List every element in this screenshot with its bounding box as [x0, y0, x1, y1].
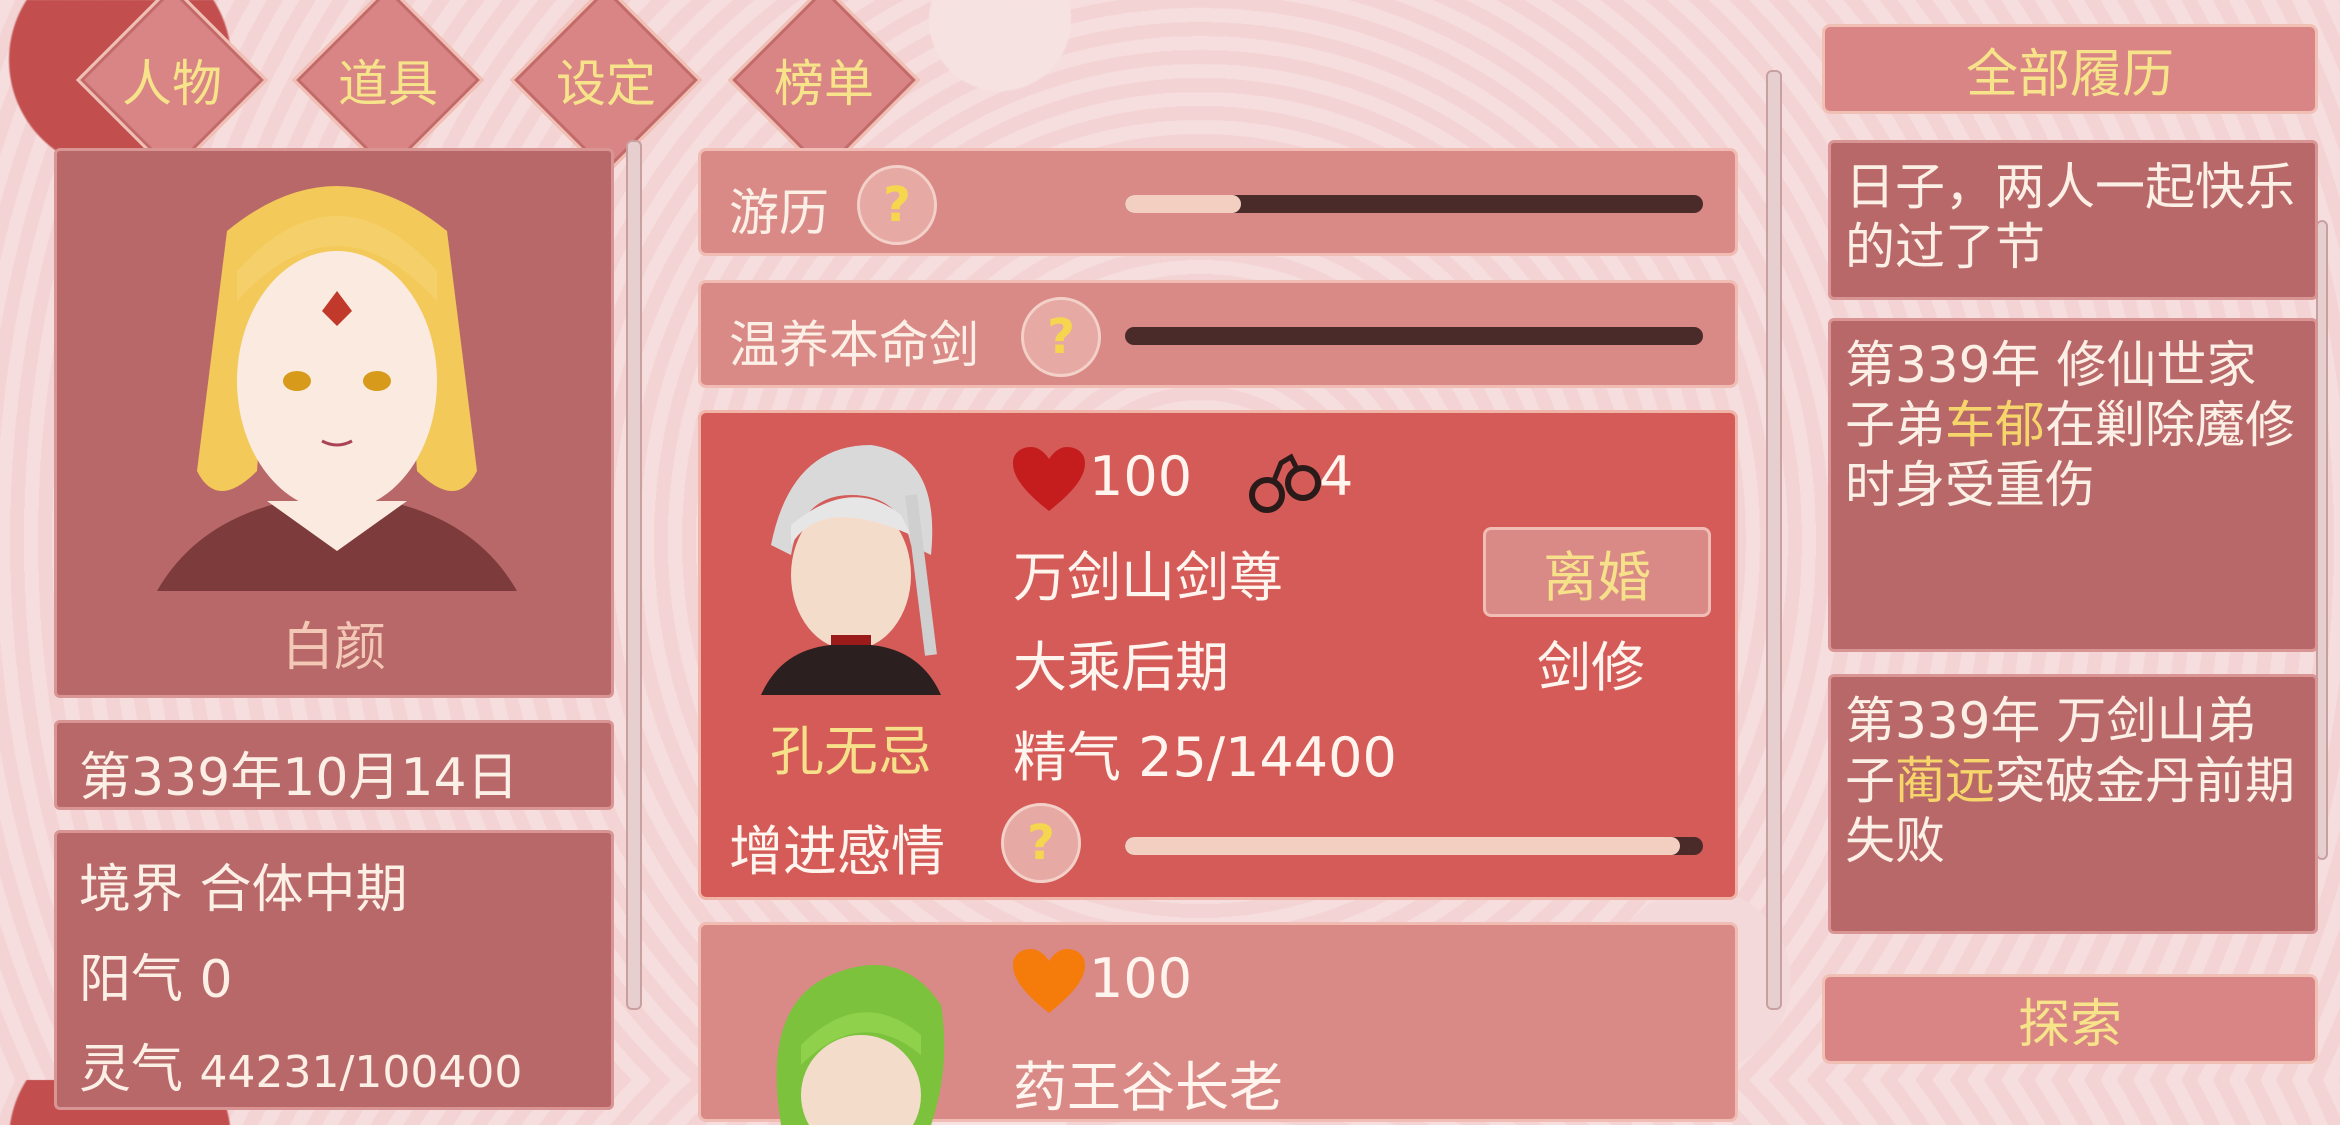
travel-progress-bar [1125, 195, 1703, 213]
action-label: 增进感情 [729, 820, 945, 883]
qi-value: 44231/100400 [199, 1047, 523, 1098]
yang-stat: 阳气 0 [79, 950, 233, 1010]
center-scrollbar[interactable] [1766, 70, 1782, 1010]
tab-label: 榜单 [774, 55, 874, 113]
divorce-button[interactable]: 离婚 [1483, 527, 1711, 617]
date-text: 第339年10月14日 [79, 748, 519, 808]
history-entry: 日子，两人一起快乐的过了节 [1828, 140, 2318, 300]
character-name: 白颜 [281, 618, 386, 678]
tab-label: 道具 [338, 55, 438, 113]
history-highlight-name[interactable]: 蔺远 [1895, 752, 1995, 810]
qi-stat: 灵气 44231/100400 [79, 1027, 522, 1102]
history-text: 日子，两人一起快乐的过了节 [1845, 158, 2295, 276]
history-entry: 第339年 万剑山弟子蔺远突破金丹前期失败 [1828, 674, 2318, 934]
sword-progress-bar [1125, 327, 1703, 345]
action-label: 游历 [729, 184, 829, 242]
realm-stat: 境界 合体中期 [79, 860, 408, 920]
stats-panel: 境界 合体中期 阳气 0 灵气 44231/100400 [54, 830, 614, 1110]
tab-character[interactable]: 人物 [75, 0, 269, 177]
action-label: 温养本命剑 [729, 316, 979, 374]
partner-essence: 精气 25/14400 [1013, 726, 1397, 789]
question-icon[interactable]: ? [1021, 297, 1101, 377]
handcuff-count: 4 [1319, 445, 1354, 508]
handcuffs-icon [1249, 453, 1321, 513]
partner-title: 药王谷长老 [1013, 1056, 1283, 1119]
action-row-travel[interactable]: 游历 ? [698, 148, 1738, 256]
affection-progress-bar [1125, 837, 1703, 855]
history-entry: 第339年 修仙世家子弟车郁在剿除魔修时身受重伤 [1828, 318, 2318, 652]
partner-portrait [776, 965, 945, 1125]
favor-value: 100 [1089, 947, 1193, 1010]
tab-label: 人物 [122, 55, 222, 113]
favor-value: 100 [1089, 445, 1193, 508]
date-display: 第339年10月14日 [54, 720, 614, 810]
left-scrollbar[interactable] [626, 140, 642, 1010]
partner-class: 剑修 [1537, 636, 1645, 699]
tab-settings[interactable]: 设定 [509, 0, 703, 177]
heart-icon [1013, 949, 1085, 1013]
tab-items[interactable]: 道具 [291, 0, 485, 177]
question-icon[interactable]: ? [857, 165, 937, 245]
partner-card[interactable]: 孔无忌 100 4 万剑山剑尊 大乘后期 精气 25/14400 离婚 剑修 增… [698, 410, 1738, 900]
all-history-button[interactable]: 全部履历 [1822, 24, 2318, 114]
partner-title: 万剑山剑尊 [1013, 546, 1283, 609]
partner-name: 孔无忌 [770, 720, 932, 783]
partner-card[interactable]: 100 药王谷长老 [698, 922, 1738, 1125]
character-portrait-panel[interactable]: 白颜 [54, 148, 614, 698]
tab-leaderboard[interactable]: 榜单 [727, 0, 921, 177]
heart-icon [1013, 447, 1085, 511]
history-highlight-name[interactable]: 车郁 [1945, 396, 2045, 454]
tab-label: 设定 [556, 55, 656, 113]
explore-button[interactable]: 探索 [1822, 974, 2318, 1064]
qi-label: 灵气 [79, 1040, 184, 1100]
partner-portrait [761, 445, 941, 695]
action-row-sword[interactable]: 温养本命剑 ? [698, 280, 1738, 388]
question-icon[interactable]: ? [1001, 803, 1081, 883]
partner-realm: 大乘后期 [1013, 636, 1229, 699]
character-portrait [157, 186, 517, 591]
